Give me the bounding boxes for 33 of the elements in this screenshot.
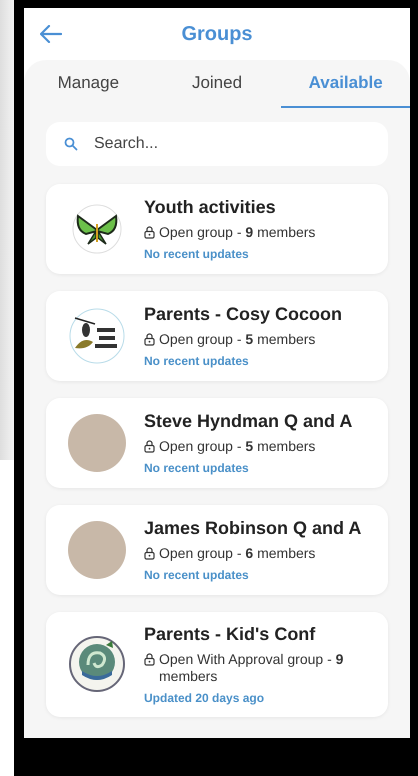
lock-icon [144,226,155,240]
group-name: Parents - Cosy Cocoon [144,304,342,326]
butterfly-logo-drawing [72,204,122,254]
group-card[interactable]: Steve Hyndman Q and A Open group - 5 members No recent updates [46,398,388,488]
lock-icon [144,547,155,560]
update-status: No recent updates [144,568,250,582]
group-name: James Robinson Q and A [144,518,362,540]
back-arrow-icon[interactable] [40,25,62,43]
update-status: No recent updates [144,246,250,261]
group-name: Youth activities [144,197,277,218]
search-field[interactable]: Search... [46,122,388,166]
lock-icon [144,440,155,454]
group-card[interactable]: Parents - Cosy Cocoon Open group - 5 members No recent updates [46,291,388,381]
group-info: Open group - 5 members [144,331,342,348]
update-status: No recent updates [144,460,250,475]
page-title: Groups [181,22,253,46]
group-info: Open group - 9 members [144,224,316,241]
round-logo-drawing [68,635,126,694]
tab[interactable]: Manage [24,60,153,108]
group-info: Open group - 6 members [144,545,362,562]
update-status: No recent updates [144,354,250,368]
group-info: Open With Approval group - 9 members [144,651,376,685]
update-status: Updated 20 days ago [144,690,266,705]
group-card[interactable]: Youth activities Open group - 9 members No recent updates [46,184,388,274]
group-info: Open group - 5 members [144,438,352,455]
lock-icon [144,653,155,666]
lock-icon [144,333,155,346]
tab[interactable]: Joined [152,60,282,108]
group-card[interactable]: Parents - Kid's Conf Open With Approval group - 9 members Updated 20 days ago [46,612,388,717]
group-name: Parents - Kid's Conf [144,624,316,645]
cocoon-logo-drawing [69,308,125,364]
group-name: Steve Hyndman Q and A [144,411,352,432]
group-card[interactable]: James Robinson Q and A Open group - 6 members No recent updates [46,505,388,595]
